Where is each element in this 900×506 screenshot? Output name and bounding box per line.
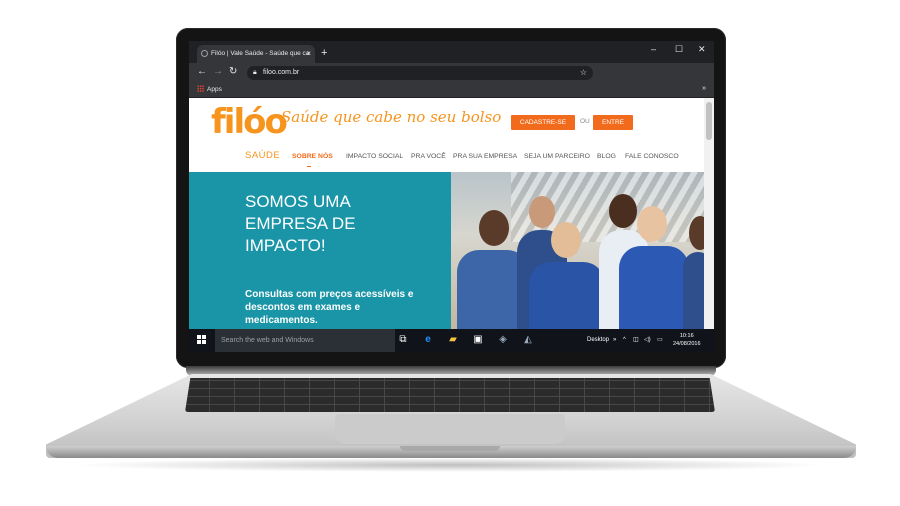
person-head: [551, 222, 581, 258]
task-view-icon[interactable]: ⧉: [397, 334, 409, 346]
bookmarks-overflow-icon[interactable]: »: [702, 83, 706, 95]
browser-toolbar: ← → ↻ 🔒︎ filoo.com.br ☆: [189, 63, 714, 83]
person-head: [689, 216, 704, 250]
login-button[interactable]: ENTRE: [593, 115, 633, 130]
start-tile: [202, 340, 206, 344]
tab-title: Filóo | Vale Saúde - Saúde que ca: [211, 50, 310, 57]
back-arrow-icon[interactable]: ←: [197, 66, 207, 77]
url-text: filoo.com.br: [263, 69, 300, 76]
menu-item-impacto-social[interactable]: IMPACTO SOCIAL: [346, 153, 403, 160]
file-explorer-icon[interactable]: ▰: [447, 334, 459, 346]
browser-tab[interactable]: Filóo | Vale Saúde - Saúde que ca ×: [197, 45, 315, 63]
laptop-keyboard: [185, 378, 715, 412]
person-body: [529, 262, 605, 329]
signup-button[interactable]: CADASTRE-SE: [511, 115, 575, 130]
new-tab-button[interactable]: +: [321, 45, 327, 61]
desktop-toolbar-expand-icon[interactable]: »: [613, 329, 616, 352]
person-head: [637, 206, 667, 242]
clock-time: 10:16: [679, 333, 694, 339]
person-head: [609, 194, 637, 228]
logo-subtitle: SAÚDE: [245, 150, 281, 161]
filoo-logo[interactable]: filóo: [211, 102, 288, 142]
edge-browser-icon[interactable]: e: [422, 334, 434, 346]
tagline: Saúde que cabe no seu bolso: [281, 108, 502, 126]
close-window-icon[interactable]: ✕: [698, 44, 706, 55]
menu-item-pra-voce[interactable]: PRA VOCÊ: [411, 153, 446, 160]
address-bar[interactable]: 🔒︎ filoo.com.br ☆: [247, 66, 593, 80]
hero-title-line: IMPACTO!: [245, 236, 326, 255]
notifications-icon[interactable]: ▭: [657, 329, 663, 352]
menu-item-fale-conosco[interactable]: FALE CONOSCO: [625, 153, 679, 160]
forward-arrow-icon[interactable]: →: [213, 66, 223, 77]
browser-tabstrip: Filóo | Vale Saúde - Saúde que ca × + – …: [189, 41, 714, 63]
maximize-icon[interactable]: ☐: [675, 44, 683, 55]
person-head: [479, 210, 509, 246]
start-tile: [197, 335, 201, 339]
app-icon[interactable]: ◭: [522, 334, 534, 346]
hero-title: SOMOS UMA EMPRESA DE IMPACTO!: [245, 191, 425, 257]
laptop-notch: [400, 446, 500, 451]
apps-bookmark[interactable]: Apps: [197, 84, 222, 96]
hero-photo-medical-team: [451, 172, 704, 329]
taskbar-search-box[interactable]: Search the web and Windows: [215, 329, 395, 352]
apps-label: Apps: [207, 86, 222, 93]
volume-icon[interactable]: ◁): [644, 329, 651, 352]
page-scrollbar[interactable]: [704, 98, 714, 329]
network-icon[interactable]: ◫: [633, 329, 639, 352]
hero-title-line: SOMOS UMA: [245, 192, 351, 211]
store-icon[interactable]: ▣: [472, 334, 484, 346]
apps-grid-icon: [197, 85, 204, 92]
laptop-touchpad: [335, 414, 565, 444]
start-tile: [197, 340, 201, 344]
taskbar-clock[interactable]: 10:16 24/08/2016: [673, 332, 701, 348]
laptop-screen: Filóo | Vale Saúde - Saúde que ca × + – …: [189, 41, 714, 352]
person-body: [683, 252, 704, 329]
bookmarks-bar: Apps »: [189, 83, 714, 98]
bookmark-star-icon[interactable]: ☆: [580, 66, 587, 80]
hero-description: Consultas com preços acessíveis e descon…: [245, 289, 414, 326]
or-label: OU: [580, 118, 590, 125]
menu-item-blog[interactable]: BLOG: [597, 153, 616, 160]
clock-date: 24/08/2016: [673, 341, 701, 347]
lock-icon: 🔒︎: [253, 69, 257, 76]
person-head: [529, 196, 555, 228]
person-body: [619, 246, 689, 329]
app-icon[interactable]: ◈: [497, 334, 509, 346]
tray-chevron-up-icon[interactable]: ^: [623, 329, 626, 352]
menu-item-seja-um-parceiro[interactable]: SEJA UM PARCEIRO: [524, 153, 590, 160]
reload-icon[interactable]: ↻: [229, 66, 237, 77]
laptop-shadow: [70, 458, 830, 472]
minimize-icon[interactable]: –: [651, 44, 656, 54]
menu-item-pra-sua-empresa[interactable]: PRA SUA EMPRESA: [453, 153, 517, 160]
desktop-label[interactable]: Desktop: [587, 329, 609, 352]
web-page: filóo SAÚDE Saúde que cabe no seu bolso …: [189, 98, 704, 329]
windows-taskbar: Search the web and Windows ⧉ e ▰ ▣ ◈ ◭ D…: [189, 329, 714, 352]
hero-banner: SOMOS UMA EMPRESA DE IMPACTO! Consultas …: [189, 172, 451, 329]
scrollbar-thumb[interactable]: [706, 102, 712, 140]
windows-start-icon[interactable]: [197, 335, 207, 345]
keyboard-keys: [185, 378, 715, 412]
menu-item-sobre-nos[interactable]: SOBRE NÓS: [292, 153, 333, 160]
hero-title-line: EMPRESA DE: [245, 214, 356, 233]
globe-icon: [201, 50, 208, 57]
menu-active-indicator: [307, 162, 311, 167]
start-tile: [202, 335, 206, 339]
tab-close-icon[interactable]: ×: [306, 45, 311, 63]
